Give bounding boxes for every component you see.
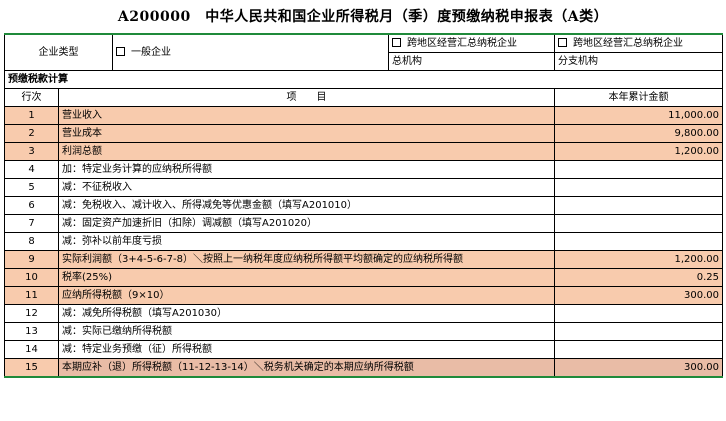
row-item: 加：特定业务计算的应纳税所得额	[58, 160, 555, 179]
table-row: 2 营业成本 9,800.00	[4, 124, 723, 143]
row-number: 15	[4, 358, 59, 378]
row-item: 应纳所得税额（9×10）	[58, 286, 555, 305]
checkbox-icon[interactable]	[392, 38, 401, 47]
hq-option-label: 跨地区经营汇总纳税企业	[407, 37, 517, 49]
row-amount[interactable]: 11,000.00	[554, 106, 723, 125]
row-number: 10	[4, 268, 59, 287]
row-number: 4	[4, 160, 59, 179]
row-number: 14	[4, 340, 59, 359]
row-number: 12	[4, 304, 59, 323]
row-amount[interactable]: 300.00	[554, 358, 723, 378]
hq-option-sublabel: 总机构	[388, 52, 555, 71]
header-amount: 本年累计金额	[554, 88, 723, 107]
row-amount[interactable]	[554, 196, 723, 215]
row-item: 减：减免所得税额（填写A201030）	[58, 304, 555, 323]
table-row: 11 应纳所得税额（9×10） 300.00	[4, 286, 723, 305]
row-number: 7	[4, 214, 59, 233]
header-row-no: 行次	[4, 88, 59, 107]
row-amount[interactable]	[554, 304, 723, 323]
enterprise-type-label: 企业类型	[4, 33, 113, 71]
form-title: A200000 中华人民共和国企业所得税月（季）度预缴纳税申报表（A类）	[117, 9, 609, 25]
table-row: 14 减：特定业务预缴（征）所得税额	[4, 340, 723, 359]
row-number: 2	[4, 124, 59, 143]
row-number: 1	[4, 106, 59, 125]
checkbox-icon[interactable]	[116, 47, 125, 56]
hq-option[interactable]: 跨地区经营汇总纳税企业	[388, 33, 555, 53]
table-row: 12 减：减免所得税额（填写A201030）	[4, 304, 723, 323]
section-heading: 预缴税款计算	[4, 70, 723, 89]
table-row: 7 减：固定资产加速折旧（扣除）调减额（填写A201020）	[4, 214, 723, 233]
row-number: 8	[4, 232, 59, 251]
table-row: 1 营业收入 11,000.00	[4, 106, 723, 125]
row-amount[interactable]: 0.25	[554, 268, 723, 287]
row-amount[interactable]	[554, 340, 723, 359]
row-number: 11	[4, 286, 59, 305]
general-enterprise-label: 一般企业	[131, 46, 171, 58]
checkbox-icon[interactable]	[558, 38, 567, 47]
row-item: 减：特定业务预缴（征）所得税额	[58, 340, 555, 359]
branch-option[interactable]: 跨地区经营汇总纳税企业	[554, 33, 723, 53]
row-item: 利润总额	[58, 142, 555, 161]
table-row: 5 减：不征税收入	[4, 178, 723, 197]
tax-form-table: 企业类型 一般企业 跨地区经营汇总纳税企业 跨地区经营汇总纳税企业 总机构 分支…	[4, 33, 723, 378]
general-enterprise-option[interactable]: 一般企业	[112, 33, 389, 71]
row-item: 税率(25%)	[58, 268, 555, 287]
table-row: 10 税率(25%) 0.25	[4, 268, 723, 287]
row-amount[interactable]: 1,200.00	[554, 142, 723, 161]
table-row: 4 加：特定业务计算的应纳税所得额	[4, 160, 723, 179]
row-amount[interactable]	[554, 178, 723, 197]
row-amount[interactable]: 9,800.00	[554, 124, 723, 143]
branch-option-sublabel: 分支机构	[554, 52, 723, 71]
row-amount[interactable]: 1,200.00	[554, 250, 723, 269]
table-row: 6 减：免税收入、减计收入、所得减免等优惠金额（填写A201010）	[4, 196, 723, 215]
row-amount[interactable]	[554, 214, 723, 233]
row-item: 实际利润额（3+4-5-6-7-8）＼按照上一纳税年度应纳税所得额平均额确定的应…	[58, 250, 555, 269]
row-item: 减：不征税收入	[58, 178, 555, 197]
row-number: 3	[4, 142, 59, 161]
table-row: 3 利润总额 1,200.00	[4, 142, 723, 161]
row-item: 营业成本	[58, 124, 555, 143]
row-number: 13	[4, 322, 59, 341]
row-item: 减：免税收入、减计收入、所得减免等优惠金额（填写A201010）	[58, 196, 555, 215]
row-amount[interactable]	[554, 322, 723, 341]
table-row: 15 本期应补（退）所得税额（11-12-13-14）＼税务机关确定的本期应纳所得…	[4, 358, 723, 378]
row-item: 减：弥补以前年度亏损	[58, 232, 555, 251]
row-amount[interactable]	[554, 232, 723, 251]
row-number: 5	[4, 178, 59, 197]
row-number: 6	[4, 196, 59, 215]
row-item: 本期应补（退）所得税额（11-12-13-14）＼税务机关确定的本期应纳所得税额	[58, 358, 555, 378]
table-row: 8 减：弥补以前年度亏损	[4, 232, 723, 251]
branch-option-label: 跨地区经营汇总纳税企业	[573, 37, 683, 49]
row-number: 9	[4, 250, 59, 269]
row-item: 减：实际已缴纳所得税额	[58, 322, 555, 341]
table-row: 13 减：实际已缴纳所得税额	[4, 322, 723, 341]
table-row: 9 实际利润额（3+4-5-6-7-8）＼按照上一纳税年度应纳税所得额平均额确定的…	[4, 250, 723, 269]
row-item: 营业收入	[58, 106, 555, 125]
row-item: 减：固定资产加速折旧（扣除）调减额（填写A201020）	[58, 214, 555, 233]
row-amount[interactable]	[554, 160, 723, 179]
header-item: 项 目	[58, 88, 555, 107]
row-amount[interactable]: 300.00	[554, 286, 723, 305]
